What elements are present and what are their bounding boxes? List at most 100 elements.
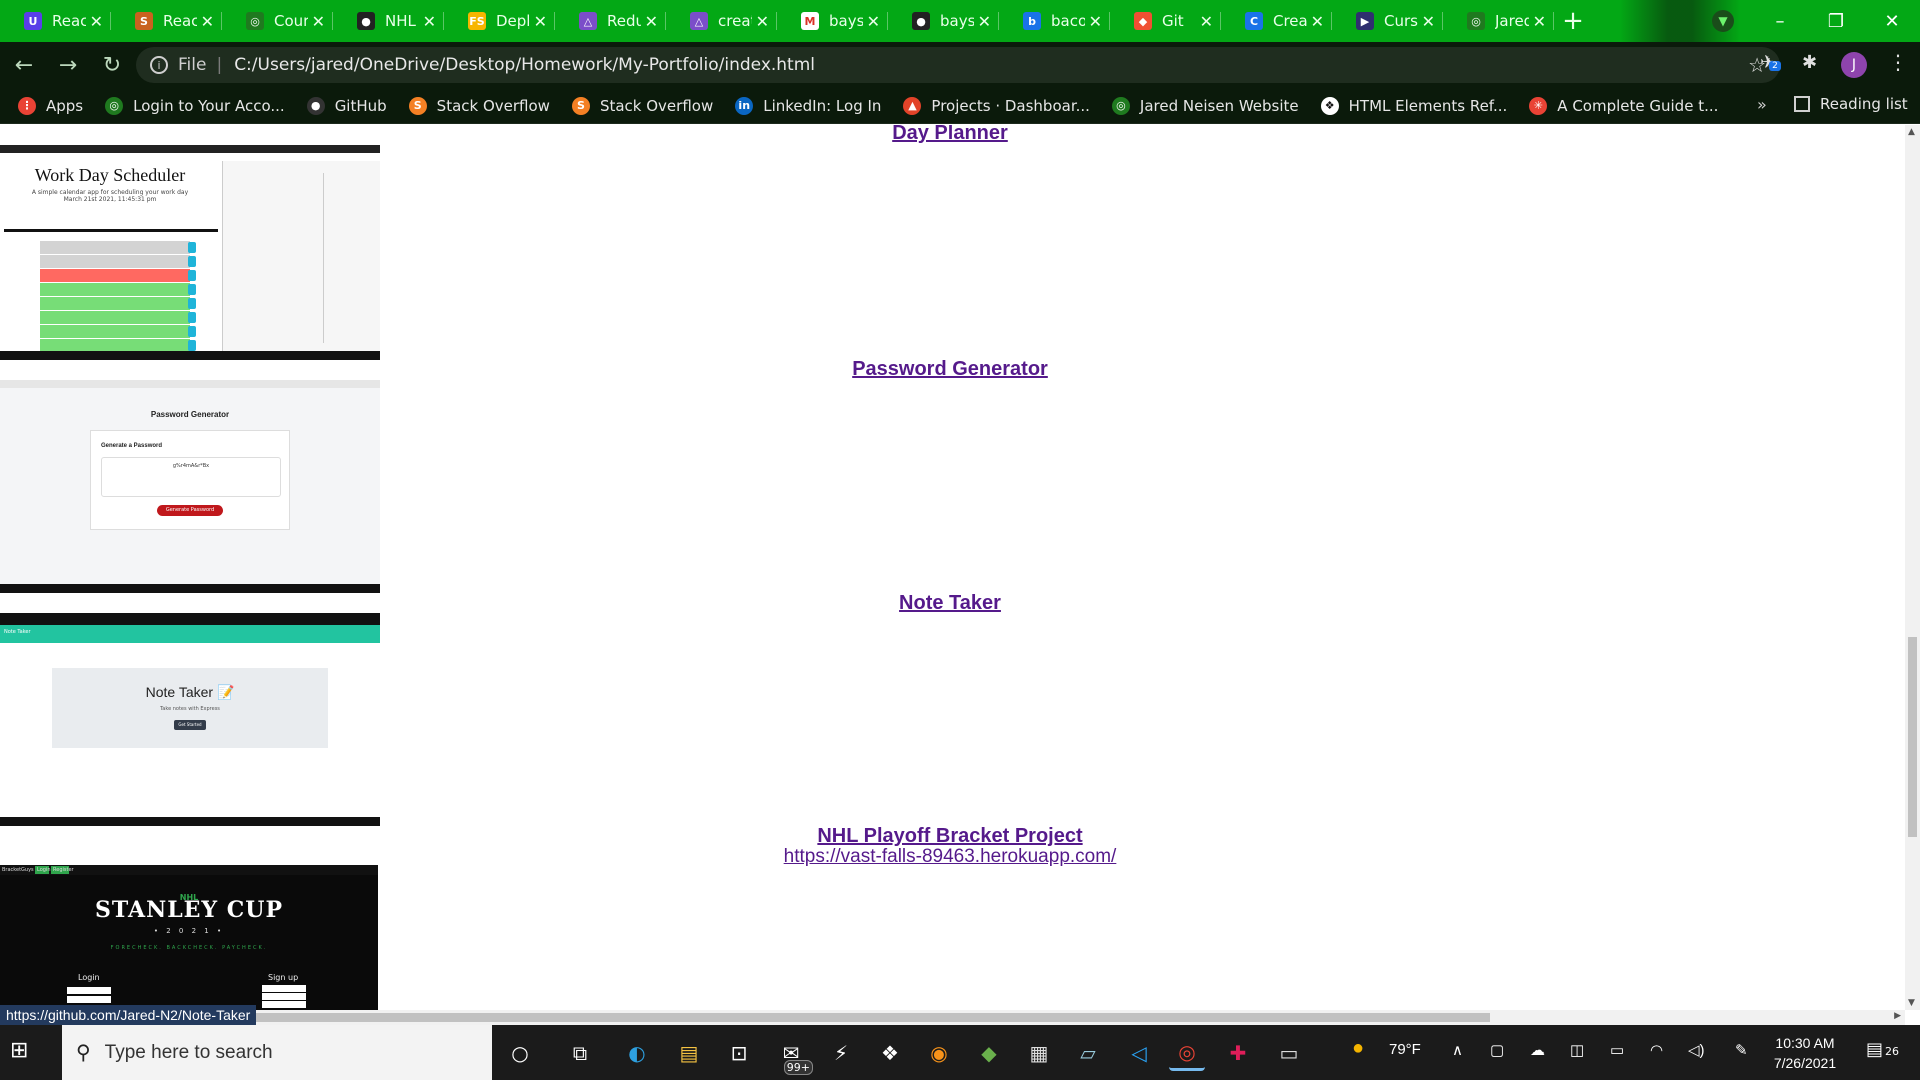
browser-tab[interactable]: △ creat✕	[666, 0, 777, 42]
slack-icon[interactable]: ✚	[1220, 1035, 1256, 1071]
bookmark-item[interactable]: ◎ Login to Your Acco...	[105, 96, 285, 115]
meet-icon[interactable]: ▢	[1490, 1041, 1504, 1059]
profile-avatar[interactable]: J	[1841, 52, 1867, 78]
battery-icon[interactable]: ▭	[1610, 1041, 1624, 1059]
dropbox-icon[interactable]: ❖	[872, 1035, 908, 1071]
bookmark-item[interactable]: in LinkedIn: Log In	[735, 96, 881, 115]
store-icon[interactable]: ⊡	[721, 1035, 757, 1071]
tab-close-icon[interactable]: ✕	[756, 12, 769, 31]
task-view-icon[interactable]: ⧉	[562, 1035, 598, 1071]
bookmark-item[interactable]: ✳ A Complete Guide t...	[1529, 96, 1719, 115]
browser-tab[interactable]: ◎ Cour ✕	[222, 0, 333, 42]
project-title-password-generator[interactable]: Password Generator	[650, 358, 1250, 381]
vscode-icon[interactable]: ◁	[1121, 1035, 1157, 1071]
edge-icon[interactable]: ◐	[619, 1035, 655, 1071]
chrome-icon[interactable]: ◎	[1169, 1035, 1205, 1071]
browser-tab[interactable]: FS Depl ✕	[444, 0, 555, 42]
volume-icon[interactable]: ◁)	[1688, 1041, 1705, 1059]
bookmark-label: A Complete Guide t...	[1557, 96, 1719, 115]
menu-icon[interactable]: ⋮	[1888, 50, 1908, 74]
project-title-day-planner[interactable]: Day Planner	[650, 125, 1250, 145]
mail-icon[interactable]: ✉ 99+	[773, 1035, 813, 1075]
browser-tab[interactable]: Mbays ✕	[777, 0, 888, 42]
project-title-nhl-bracket[interactable]: NHL Playoff Bracket Project	[650, 825, 1250, 848]
git-kraken-icon[interactable]: ◆	[971, 1035, 1007, 1071]
start-button[interactable]: ⊞	[10, 1038, 50, 1068]
browser-tab[interactable]: △ Redu ✕	[555, 0, 666, 42]
horizontal-scrollbar[interactable]: ▶	[0, 1010, 1905, 1025]
weather-icon[interactable]: ●	[1352, 1037, 1364, 1060]
tab-close-icon[interactable]: ✕	[423, 12, 436, 31]
tray-overflow-icon[interactable]: ∧	[1452, 1041, 1463, 1059]
thumb-subtitle: Take notes with Express	[160, 706, 220, 712]
close-window-button[interactable]: ✕	[1864, 0, 1920, 42]
bookmark-item[interactable]: ◎ Jared Neisen Website	[1111, 96, 1299, 115]
tab-close-icon[interactable]: ✕	[201, 12, 214, 31]
tab-close-icon[interactable]: ✕	[1200, 12, 1213, 31]
forward-button[interactable]: →	[48, 45, 88, 85]
thumb-hour-label	[4, 269, 40, 282]
bookmark-item[interactable]: ▲ Projects · Dashboar...	[903, 96, 1090, 115]
wifi-icon[interactable]: ◠	[1650, 1041, 1663, 1059]
project-title-note-taker[interactable]: Note Taker	[650, 592, 1250, 615]
file-explorer-icon[interactable]: ▤	[671, 1035, 707, 1071]
tab-close-icon[interactable]: ✕	[978, 12, 991, 31]
thumbnail-password-generator[interactable]: Password Generator Generate a Password g…	[0, 380, 380, 593]
tab-close-icon[interactable]: ✕	[1422, 12, 1435, 31]
bookmark-item[interactable]: ⋮ Apps	[18, 96, 83, 115]
back-button[interactable]: ←	[4, 45, 44, 85]
taskbar-search-box[interactable]: ⚲ Type here to search	[62, 1025, 492, 1080]
bookmark-item[interactable]: ❖ HTML Elements Ref...	[1320, 96, 1507, 115]
vertical-scroll-thumb[interactable]	[1908, 637, 1917, 837]
browser-tab[interactable]: U React✕	[0, 0, 111, 42]
address-bar[interactable]: i File | C:/Users/jared/OneDrive/Desktop…	[136, 47, 1780, 83]
restore-button[interactable]: ❐	[1808, 0, 1864, 42]
cortana-icon[interactable]: ○	[502, 1035, 538, 1071]
thumbnail-nhl-bracket[interactable]: BracketGuys Login Register NHL STANLEY C…	[0, 865, 378, 1010]
thumbnail-day-planner[interactable]: Work Day Scheduler A simple calendar app…	[0, 145, 380, 360]
tab-close-icon[interactable]: ✕	[867, 12, 880, 31]
tab-close-icon[interactable]: ✕	[534, 12, 547, 31]
brave-icon[interactable]: ◉	[921, 1035, 957, 1071]
download-icon[interactable]: ▼	[1712, 10, 1734, 32]
calculator-icon[interactable]: ▦	[1021, 1035, 1057, 1071]
notifications-icon[interactable]: ▤ 26	[1866, 1039, 1906, 1069]
browser-tab[interactable]: ◎ Jared ✕	[1443, 0, 1554, 42]
tab-close-icon[interactable]: ✕	[1311, 12, 1324, 31]
command-prompt-icon[interactable]: ▭	[1271, 1035, 1307, 1071]
site-info-icon[interactable]: i	[150, 56, 168, 74]
display-icon[interactable]: ◫	[1570, 1041, 1584, 1059]
bookmarks-overflow-icon[interactable]: »	[1757, 95, 1767, 114]
tab-close-icon[interactable]: ✕	[90, 12, 103, 31]
tab-close-icon[interactable]: ✕	[645, 12, 658, 31]
tab-close-icon[interactable]: ✕	[312, 12, 325, 31]
taskbar-clock[interactable]: 10:30 AM 7/26/2021	[1770, 1033, 1840, 1073]
weather-temp[interactable]: 79°F	[1389, 1041, 1421, 1058]
reading-list-button[interactable]: Reading list	[1794, 95, 1908, 113]
browser-tab[interactable]: ◆ Git ✕	[1110, 0, 1221, 42]
new-tab-button[interactable]: +	[1554, 0, 1592, 42]
extension-icon[interactable]: ✈2	[1760, 52, 1781, 73]
browser-tab[interactable]: ▶ Curs ✕	[1332, 0, 1443, 42]
tab-close-icon[interactable]: ✕	[1533, 12, 1546, 31]
project-url-nhl-bracket[interactable]: https://vast-falls-89463.herokuapp.com/	[650, 846, 1250, 868]
pen-icon[interactable]: ✎	[1735, 1041, 1748, 1059]
bookmark-item[interactable]: S Stack Overflow	[408, 96, 550, 115]
bookmark-item[interactable]: ● GitHub	[306, 96, 387, 115]
browser-tab[interactable]: ● bays ✕	[888, 0, 999, 42]
bookmark-item[interactable]: S Stack Overflow	[571, 96, 713, 115]
thumbnail-note-taker[interactable]: Note Taker Note Taker 📝 Take notes with …	[0, 613, 380, 826]
browser-tab[interactable]: S React✕	[111, 0, 222, 42]
notes-icon[interactable]: ▱	[1070, 1035, 1106, 1071]
browser-tab[interactable]: b baco ✕	[999, 0, 1110, 42]
vertical-scrollbar[interactable]: ▲ ▼	[1905, 125, 1920, 1010]
puzzle-icon[interactable]: ✱	[1802, 52, 1817, 73]
reload-button[interactable]: ↻	[92, 45, 132, 85]
tab-close-icon[interactable]: ✕	[1089, 12, 1102, 31]
terminal-lightning-icon[interactable]: ⚡	[823, 1035, 859, 1071]
minimize-button[interactable]: –	[1752, 0, 1808, 42]
onedrive-icon[interactable]: ☁	[1530, 1041, 1545, 1059]
url-text[interactable]: C:/Users/jared/OneDrive/Desktop/Homework…	[234, 55, 815, 75]
browser-tab[interactable]: C Crea ✕	[1221, 0, 1332, 42]
browser-tab[interactable]: ● NHL ✕	[333, 0, 444, 42]
